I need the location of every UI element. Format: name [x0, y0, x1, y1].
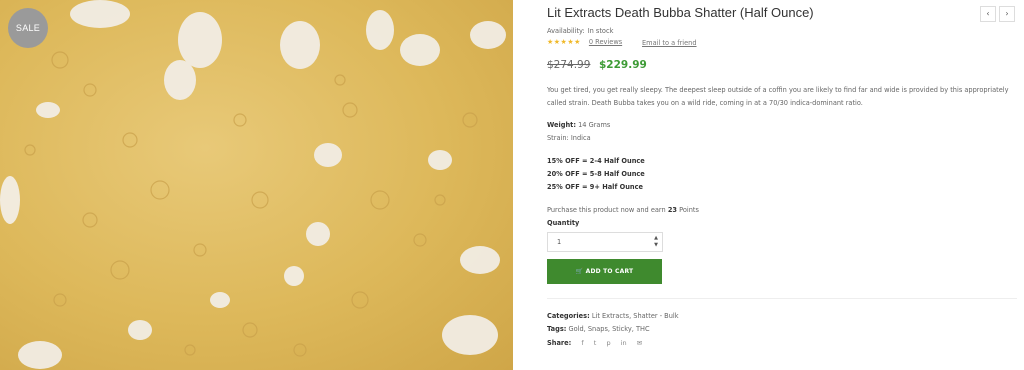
- points-prefix: Purchase this product now and earn: [547, 206, 666, 214]
- reviews-link[interactable]: 0 Reviews: [589, 38, 622, 46]
- pinterest-icon[interactable]: p: [606, 339, 610, 347]
- quantity-arrows[interactable]: ▲ ▼: [654, 235, 658, 249]
- add-to-cart-button[interactable]: 🛒 ADD TO CART: [547, 259, 662, 284]
- points-value: 23: [667, 206, 677, 214]
- discount-tier: 20% OFF = 5-8 Half Ounce: [547, 170, 645, 178]
- share-row: Share: f t p in ✉: [547, 339, 650, 347]
- product-description: You get tired, you get really sleepy. Th…: [547, 86, 1009, 107]
- next-product-button[interactable]: ›: [999, 6, 1015, 22]
- points-suffix: Points: [679, 206, 699, 214]
- rating-row: ★★★★★ 0 Reviews: [547, 38, 622, 46]
- tags-value[interactable]: Gold, Snaps, Sticky, THC: [569, 325, 650, 333]
- linkedin-icon[interactable]: in: [621, 339, 627, 347]
- prev-product-button[interactable]: ‹: [980, 6, 996, 22]
- product-image[interactable]: SALE: [0, 0, 513, 370]
- old-price: $274.99: [547, 59, 591, 71]
- add-to-cart-label: ADD TO CART: [585, 268, 634, 275]
- shatter-texture: [0, 0, 506, 369]
- cart-icon: 🛒: [575, 268, 584, 275]
- discount-tier: 25% OFF = 9+ Half Ounce: [547, 183, 643, 191]
- weight-value: 14 Grams: [578, 121, 611, 129]
- quantity-value: 1: [557, 238, 562, 246]
- availability: Availability: In stock: [547, 27, 613, 35]
- divider: [547, 298, 1017, 299]
- categories-value[interactable]: Lit Extracts, Shatter - Bulk: [592, 312, 679, 320]
- categories-row: Categories: Lit Extracts, Shatter - Bulk: [547, 312, 679, 320]
- strain-row: Strain: Indica: [547, 134, 591, 142]
- sale-price: $229.99: [599, 59, 647, 71]
- quantity-label: Quantity: [547, 219, 580, 227]
- twitter-icon[interactable]: t: [594, 339, 597, 347]
- increment-icon[interactable]: ▲: [654, 235, 658, 242]
- sale-badge: SALE: [8, 8, 48, 48]
- quantity-stepper[interactable]: 1 ▲ ▼: [547, 232, 663, 252]
- facebook-icon[interactable]: f: [581, 339, 583, 347]
- tags-label: Tags:: [547, 325, 567, 333]
- product-title: Lit Extracts Death Bubba Shatter (Half O…: [547, 5, 814, 20]
- weight-label: Weight:: [547, 121, 576, 129]
- discount-tier: 15% OFF = 2-4 Half Ounce: [547, 157, 645, 165]
- availability-value: In stock: [587, 27, 614, 35]
- email-icon[interactable]: ✉: [637, 339, 642, 347]
- tags-row: Tags: Gold, Snaps, Sticky, THC: [547, 325, 650, 333]
- decrement-icon[interactable]: ▼: [654, 242, 658, 249]
- product-nav: ‹ ›: [980, 6, 1015, 22]
- share-label: Share:: [547, 339, 572, 347]
- star-rating: ★★★★★: [547, 38, 581, 46]
- availability-label: Availability:: [547, 27, 585, 35]
- email-friend-link[interactable]: Email to a friend: [642, 39, 697, 47]
- points-row: Purchase this product now and earn 23 Po…: [547, 206, 699, 214]
- categories-label: Categories:: [547, 312, 590, 320]
- weight-row: Weight: 14 Grams: [547, 121, 610, 129]
